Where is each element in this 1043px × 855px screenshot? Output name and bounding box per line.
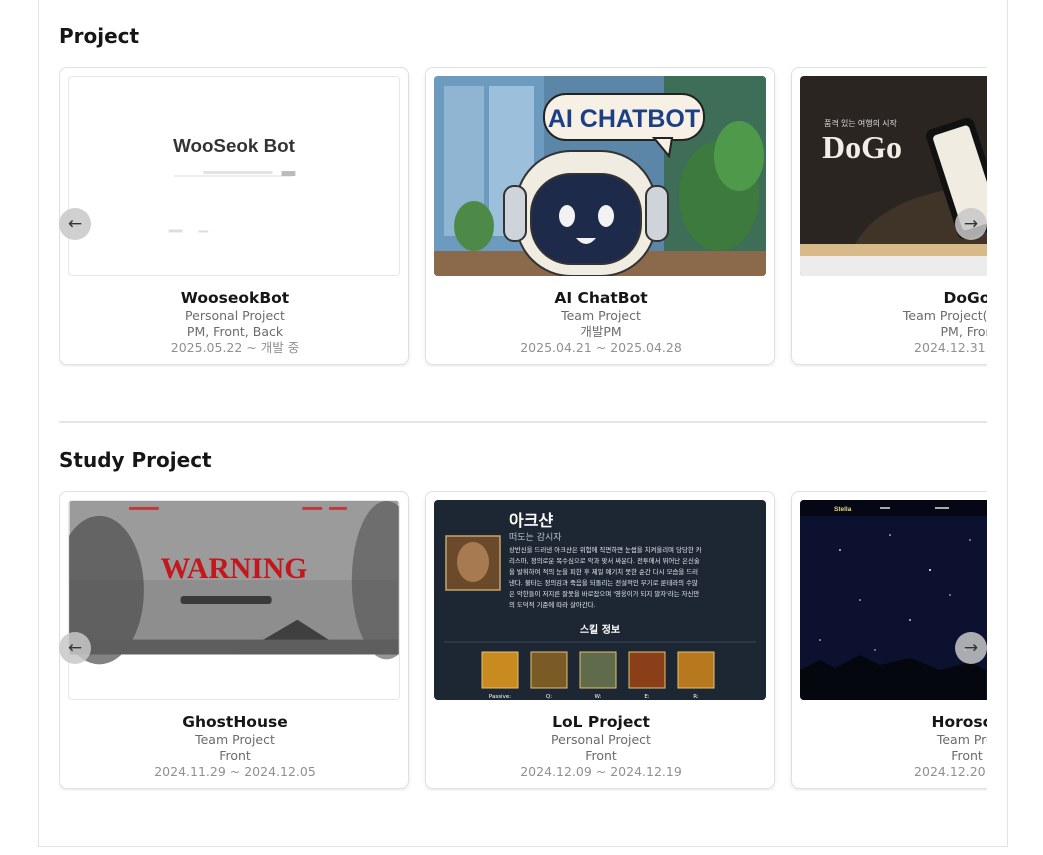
carousel-prev-button[interactable]: ← bbox=[59, 208, 91, 240]
thumb-subtitle: 떠도는 감시자 bbox=[509, 531, 562, 543]
project-thumbnail: 품격 있는 여행의 시작 DoGo bbox=[800, 76, 987, 276]
section-title-study-project: Study Project bbox=[59, 448, 212, 472]
skill-label: W: bbox=[595, 694, 602, 700]
section-title-project: Project bbox=[59, 24, 140, 48]
horoscope-thumbnail-image: Stella bbox=[800, 500, 987, 700]
card-info: LoL Project Personal Project Front 2024.… bbox=[426, 712, 776, 780]
thumb-title: 아크샨 bbox=[509, 511, 553, 530]
card-role: Front bbox=[951, 748, 983, 763]
carousel-track: WARNING GhostHouse Team Project Front 20… bbox=[59, 491, 987, 791]
card-date: 2025.04.21 ~ 2025.04.28 bbox=[520, 340, 682, 355]
card-date: 2024.12.31 ~ 20 bbox=[914, 340, 987, 355]
project-card-ai-chatbot[interactable]: AI CHATBOT AI ChatBot Team Project 개발PM bbox=[425, 67, 775, 365]
card-role: PM, Front, Back bbox=[186, 324, 284, 339]
card-date: 2024.11.29 ~ 2024.12.05 bbox=[154, 764, 316, 779]
card-info: WooseokBot Personal Project PM, Front, B… bbox=[60, 288, 410, 356]
lol-thumbnail-image: 아크샨 떠도는 감시자 상반신을 드러낸 아크샨은 위험에 직면하면 눈썹을 치… bbox=[434, 500, 766, 700]
section-divider bbox=[59, 421, 987, 423]
card-type: Personal Project bbox=[185, 308, 285, 323]
card-date: 2025.05.22 ~ 개발 중 bbox=[170, 340, 300, 355]
ghosthouse-thumbnail-image: WARNING bbox=[69, 501, 399, 699]
thumb-title: WooSeok Bot bbox=[173, 135, 296, 156]
card-type: Personal Project bbox=[551, 732, 651, 747]
card-title: LoL Project bbox=[552, 713, 650, 731]
card-info: AI ChatBot Team Project 개발PM 2025.04.21 … bbox=[426, 288, 776, 356]
card-role: 개발PM bbox=[580, 324, 622, 339]
skill-label: Q: bbox=[546, 694, 552, 700]
carousel-next-button[interactable]: → bbox=[955, 632, 987, 664]
project-thumbnail: 아크샨 떠도는 감시자 상반신을 드러낸 아크샨은 위험에 직면하면 눈썹을 치… bbox=[434, 500, 766, 700]
card-title: DoGo bbox=[943, 289, 987, 307]
thumb-desc-line: 상반신을 드러낸 아크샨은 위험에 직면하면 눈썹을 치켜올리며 당당한 카 bbox=[509, 545, 702, 554]
card-role: PM, Fron bbox=[940, 324, 988, 339]
project-carousel[interactable]: WooSeok Bot WooseokBot Personal Project … bbox=[59, 67, 987, 367]
project-card-wooseokbot[interactable]: WooSeok Bot WooseokBot Personal Project … bbox=[59, 67, 409, 365]
carousel-prev-button[interactable]: ← bbox=[59, 632, 91, 664]
card-info: DoGo Team Project(4 Front PM, Fron 2024.… bbox=[792, 288, 987, 356]
dogo-thumbnail-image: 품격 있는 여행의 시작 DoGo bbox=[800, 76, 987, 276]
ai-chatbot-thumbnail-image: AI CHATBOT bbox=[434, 76, 766, 276]
card-type: Team Project bbox=[195, 732, 275, 747]
thumb-subtitle: 품격 있는 여행의 시작 bbox=[824, 118, 898, 128]
arrow-left-icon: ← bbox=[67, 638, 83, 658]
skill-label: Passive: bbox=[489, 694, 511, 700]
carousel-next-button[interactable]: → bbox=[955, 208, 987, 240]
thumb-title: AI CHATBOT bbox=[548, 105, 700, 133]
card-info: GhostHouse Team Project Front 2024.11.29… bbox=[60, 712, 410, 780]
project-card-lol-project[interactable]: 아크샨 떠도는 감시자 상반신을 드러낸 아크샨은 위험에 직면하면 눈썹을 치… bbox=[425, 491, 775, 789]
thumb-desc-line: 낸다. 불타는 정의감과 죽음을 되돌리는 전설적인 무기로 룬테라의 수많 bbox=[509, 578, 698, 587]
project-thumbnail: WARNING bbox=[68, 500, 400, 700]
project-thumbnail: Stella bbox=[800, 500, 987, 700]
card-date: 2024.12.09 ~ 2024.12.19 bbox=[520, 764, 682, 779]
carousel-track: WooSeok Bot WooseokBot Personal Project … bbox=[59, 67, 987, 367]
thumb-desc-line: 을 발휘하여 적의 눈을 피한 후 제일 예기치 못한 순간 다시 모습을 드러 bbox=[509, 567, 698, 576]
study-project-carousel[interactable]: WARNING GhostHouse Team Project Front 20… bbox=[59, 491, 987, 791]
card-role: Front bbox=[585, 748, 617, 763]
arrow-right-icon: → bbox=[963, 214, 979, 234]
thumb-skill-heading: 스킬 정보 bbox=[580, 623, 620, 636]
card-title: AI ChatBot bbox=[554, 289, 648, 307]
card-info: Horosco Team Proj Front 2024.12.20 ~ 20 bbox=[792, 712, 987, 780]
project-card-ghosthouse[interactable]: WARNING GhostHouse Team Project Front 20… bbox=[59, 491, 409, 789]
arrow-left-icon: ← bbox=[67, 214, 83, 234]
card-title: GhostHouse bbox=[182, 713, 288, 731]
thumb-desc-line: 은 악한들이 저지른 잘못을 바로잡으며 '영웅이가 되지 말자'라는 자신만 bbox=[509, 589, 699, 598]
card-type: Team Project(4 Front bbox=[902, 308, 987, 323]
card-date: 2024.12.20 ~ 20 bbox=[914, 764, 987, 779]
arrow-right-icon: → bbox=[963, 638, 979, 658]
thumb-desc-line: 의 도덕적 기준에 따라 살아간다. bbox=[509, 600, 596, 609]
card-role: Front bbox=[219, 748, 251, 763]
project-thumbnail: AI CHATBOT bbox=[434, 76, 766, 276]
skill-label: R: bbox=[693, 694, 699, 700]
thumb-desc-line: 리스마, 정의로운 복수심으로 악과 맞서 싸운다. 전투에서 뛰어난 은신술 bbox=[509, 556, 700, 565]
project-thumbnail: WooSeok Bot bbox=[68, 76, 400, 276]
card-title: WooseokBot bbox=[180, 289, 290, 307]
thumb-title: WARNING bbox=[161, 553, 308, 585]
card-title: Horosco bbox=[931, 713, 988, 731]
wooseokbot-thumbnail-image: WooSeok Bot bbox=[69, 77, 399, 275]
card-type: Team Project bbox=[561, 308, 641, 323]
thumb-title: DoGo bbox=[822, 129, 902, 165]
thumb-title: Stella bbox=[834, 506, 852, 513]
portfolio-page: Project WooSeok Bot WooseokBot Personal … bbox=[38, 0, 1008, 847]
card-type: Team Proj bbox=[936, 732, 987, 747]
skill-label: E: bbox=[644, 694, 649, 700]
